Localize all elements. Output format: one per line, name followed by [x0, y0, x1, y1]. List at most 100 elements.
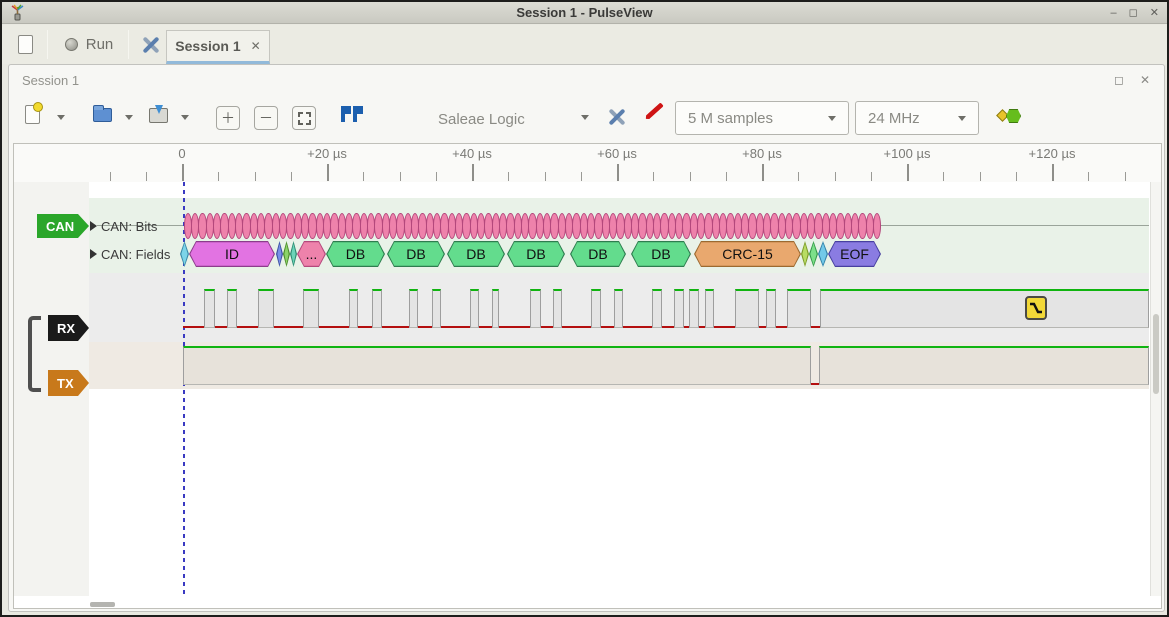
expand-arrow-icon[interactable]: [90, 221, 97, 231]
new-file-button[interactable]: [25, 105, 40, 124]
pulseview-window: Session 1 - PulseView – ◻ ✕ Run Session …: [0, 0, 1169, 617]
sample-rate-select[interactable]: 24 MHz: [855, 101, 979, 135]
ruler-minor-tick: [545, 172, 546, 181]
decoder-field-label: DB: [388, 242, 443, 265]
ruler-major-tick: [762, 164, 764, 181]
ruler-minor-tick: [146, 172, 147, 181]
minimize-button[interactable]: –: [1111, 2, 1117, 24]
ruler-minor-tick: [255, 172, 256, 181]
ruler-minor-tick: [291, 172, 292, 181]
chevron-down-icon: [181, 115, 189, 120]
zoom-out-button[interactable]: －: [254, 106, 278, 130]
wave-low-segment: [662, 326, 674, 328]
chevron-down-icon: [57, 115, 65, 120]
wave-low-segment: [479, 326, 492, 328]
vertical-scrollbar[interactable]: [1150, 182, 1161, 596]
decoder-tag-can[interactable]: CAN: [37, 214, 89, 238]
ruler-minor-tick: [690, 172, 691, 181]
ruler-minor-tick: [871, 172, 872, 181]
dock-title: Session 1: [22, 73, 79, 88]
ruler-tick-label: +20 µs: [307, 146, 347, 161]
ruler-major-tick: [907, 164, 909, 181]
ruler-major-tick: [327, 164, 329, 181]
decoder-row-label-fields[interactable]: CAN: Fields: [101, 247, 170, 262]
chevron-down-icon: [125, 115, 133, 120]
decoder-icon: [997, 107, 1023, 125]
open-button[interactable]: [93, 108, 112, 122]
decoder-row-label-bits[interactable]: CAN: Bits: [101, 219, 157, 234]
channels-button[interactable]: [643, 109, 665, 114]
toolbar-separator: [128, 30, 129, 59]
expand-arrow-icon[interactable]: [90, 249, 97, 259]
tab-session-1[interactable]: Session 1 ✕: [166, 30, 270, 64]
show-cursors-button[interactable]: [337, 106, 361, 122]
dock-close-button[interactable]: ✕: [1140, 73, 1150, 87]
wave-high-segment: [674, 289, 684, 328]
ruler-tick-label: 0: [178, 146, 185, 161]
wave-low-segment: [811, 326, 820, 328]
decoder-field-label: DB: [508, 242, 563, 265]
device-selector[interactable]: Saleae Logic: [438, 111, 525, 128]
wave-high-segment: [409, 289, 418, 328]
title-bar: Session 1 - PulseView – ◻ ✕: [2, 2, 1167, 24]
maximize-button[interactable]: ◻: [1129, 2, 1138, 24]
save-dropdown[interactable]: [181, 115, 189, 120]
tab-close-icon[interactable]: ✕: [251, 39, 261, 53]
ruler-minor-tick: [1125, 172, 1126, 181]
zoom-fit-button[interactable]: [292, 106, 316, 130]
wave-low-segment: [382, 326, 409, 328]
vertical-scrollbar-handle[interactable]: [1153, 314, 1159, 394]
wave-high-segment: [349, 289, 358, 328]
ruler-major-tick: [1052, 164, 1054, 181]
wave-low-segment: [601, 326, 614, 328]
run-button[interactable]: Run: [58, 29, 120, 60]
ruler-minor-tick: [363, 172, 364, 181]
sample-count-select[interactable]: 5 M samples: [675, 101, 849, 135]
tools-icon: [605, 105, 629, 129]
wave-low-segment: [274, 326, 303, 328]
settings-button[interactable]: [136, 29, 166, 60]
ruler-tick-label: +100 µs: [884, 146, 931, 161]
zoom-in-button[interactable]: ＋: [216, 106, 240, 130]
falling-edge-icon: [1029, 301, 1043, 315]
new-file-dropdown[interactable]: [57, 115, 65, 120]
run-label: Run: [86, 36, 114, 53]
trigger-marker-falling-edge[interactable]: [1025, 296, 1047, 320]
ruler-tick-label: +80 µs: [742, 146, 782, 161]
decoder-field-annotation: DB: [326, 241, 385, 267]
ruler-minor-tick: [835, 172, 836, 181]
trace-view: 0+20 µs+40 µs+60 µs+80 µs+100 µs+120 µs …: [13, 143, 1162, 609]
ruler-tick-label: +120 µs: [1029, 146, 1076, 161]
ruler-minor-tick: [436, 172, 437, 181]
wave-low-segment: [811, 383, 819, 385]
wave-high-segment: [204, 289, 215, 328]
decoder-field-label: CRC-15: [695, 242, 799, 265]
add-decoder-button[interactable]: [997, 107, 1023, 125]
wave-low-segment: [562, 326, 591, 328]
wave-high-segment: [652, 289, 662, 328]
new-session-button[interactable]: [10, 29, 40, 60]
device-dropdown[interactable]: [581, 115, 589, 120]
zoom-fit-icon: [298, 112, 311, 125]
wave-high-segment: [372, 289, 382, 328]
wave-high-segment: [470, 289, 479, 328]
open-dropdown[interactable]: [125, 115, 133, 120]
wave-high-segment: [432, 289, 441, 328]
wave-high-segment: [492, 289, 499, 328]
dock-float-button[interactable]: ◻: [1114, 73, 1124, 87]
decoder-field-label: ID: [190, 242, 273, 265]
save-icon: [149, 108, 168, 123]
save-button[interactable]: [149, 108, 168, 123]
horizontal-scrollbar-handle[interactable]: [90, 602, 115, 607]
close-button[interactable]: ✕: [1150, 2, 1159, 24]
wave-low-segment: [623, 326, 652, 328]
wave-low-segment: [319, 326, 349, 328]
wave-high-segment: [591, 289, 601, 328]
wave-low-segment: [499, 326, 530, 328]
session-dock: Session 1 ◻ ✕ ＋ － Saleae Logic: [8, 64, 1165, 612]
ruler-minor-tick: [508, 172, 509, 181]
configure-device-button[interactable]: [605, 105, 629, 129]
wave-high-segment: [787, 289, 811, 328]
wave-high-segment: [735, 289, 759, 328]
ruler-minor-tick: [218, 172, 219, 181]
